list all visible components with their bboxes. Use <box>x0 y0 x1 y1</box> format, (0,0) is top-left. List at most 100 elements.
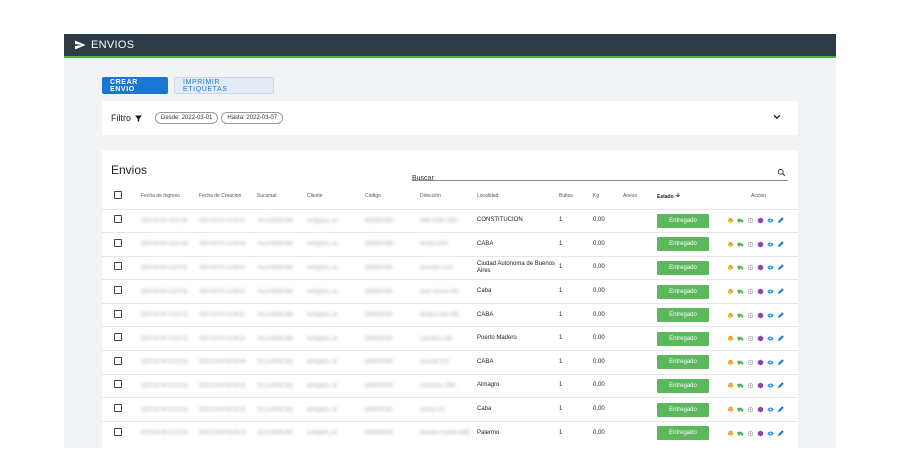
package-icon[interactable] <box>757 359 764 366</box>
pencil-icon[interactable] <box>777 288 784 295</box>
table-row[interactable]: 2022-03-04 13:02:24 2022-03-04 06:05:35 VI… <box>102 397 798 422</box>
printer-icon[interactable] <box>727 217 734 224</box>
target-icon[interactable] <box>747 335 754 342</box>
pencil-icon[interactable] <box>777 359 784 366</box>
truck-icon[interactable] <box>737 264 744 271</box>
col-estado[interactable]: Estado <box>655 185 717 209</box>
col-localidad[interactable]: Localidad <box>475 185 557 209</box>
printer-icon[interactable] <box>727 430 734 437</box>
col-bultos[interactable]: Bultos <box>557 185 591 209</box>
package-icon[interactable] <box>757 406 764 413</box>
target-icon[interactable] <box>747 406 754 413</box>
row-checkbox[interactable] <box>114 262 122 271</box>
eye-icon[interactable] <box>767 241 774 248</box>
status-badge[interactable]: Entregado <box>657 237 709 252</box>
package-icon[interactable] <box>757 430 764 437</box>
table-row[interactable]: 2022-03-04 13:01:58 2022-03-04 13:00:46 VI… <box>102 232 798 257</box>
row-checkbox[interactable] <box>114 309 122 318</box>
package-icon[interactable] <box>757 217 764 224</box>
pencil-icon[interactable] <box>777 335 784 342</box>
status-badge[interactable]: Entregado <box>657 331 709 346</box>
printer-icon[interactable] <box>727 335 734 342</box>
chevron-down-icon[interactable] <box>772 112 782 122</box>
eye-icon[interactable] <box>767 382 774 389</box>
table-row[interactable]: 2022-03-04 13:02:16 2022-03-04 11:08:37 VI… <box>102 302 798 327</box>
truck-icon[interactable] <box>737 241 744 248</box>
truck-icon[interactable] <box>737 288 744 295</box>
eye-icon[interactable] <box>767 217 774 224</box>
crear-envio-button[interactable]: CREAR ENVIO <box>102 77 168 94</box>
search-input[interactable] <box>412 172 752 185</box>
status-badge[interactable]: Entregado <box>657 213 709 228</box>
table-row[interactable]: 2022-03-04 13:01:58 2022-03-04 12:45:57 VI… <box>102 208 798 233</box>
status-badge[interactable]: Entregado <box>657 378 709 393</box>
printer-icon[interactable] <box>727 288 734 295</box>
pencil-icon[interactable] <box>777 430 784 437</box>
col-codigo[interactable]: Código <box>363 185 418 209</box>
package-icon[interactable] <box>757 264 764 271</box>
truck-icon[interactable] <box>737 217 744 224</box>
target-icon[interactable] <box>747 217 754 224</box>
row-checkbox[interactable] <box>114 404 122 413</box>
row-checkbox[interactable] <box>114 356 122 365</box>
target-icon[interactable] <box>747 288 754 295</box>
row-checkbox[interactable] <box>114 238 122 247</box>
imprimir-etiquetas-button[interactable]: IMPRIMIR ETIQUETAS <box>174 77 274 94</box>
eye-icon[interactable] <box>767 288 774 295</box>
target-icon[interactable] <box>747 430 754 437</box>
table-row[interactable]: 2022-03-04 13:02:16 2022-03-04 11:08:22 VI… <box>102 326 798 351</box>
row-checkbox[interactable] <box>114 286 122 295</box>
target-icon[interactable] <box>747 382 754 389</box>
row-checkbox[interactable] <box>114 380 122 389</box>
eye-icon[interactable] <box>767 335 774 342</box>
truck-icon[interactable] <box>737 312 744 319</box>
status-badge[interactable]: Entregado <box>657 308 709 323</box>
hasta-chip[interactable]: Hasta: 2022-03-07 <box>221 112 284 124</box>
status-badge[interactable]: Entregado <box>657 402 709 417</box>
search-icon[interactable] <box>777 168 786 177</box>
table-row[interactable]: 2022-03-04 13:02:19 2022-03-04 06:05:48 VI… <box>102 350 798 375</box>
table-row[interactable]: 2022-03-04 13:02:34 2022-03-04 06:05:14 VI… <box>102 420 798 445</box>
package-icon[interactable] <box>757 382 764 389</box>
status-badge[interactable]: Entregado <box>657 284 709 299</box>
package-icon[interactable] <box>757 312 764 319</box>
eye-icon[interactable] <box>767 312 774 319</box>
printer-icon[interactable] <box>727 359 734 366</box>
pencil-icon[interactable] <box>777 382 784 389</box>
printer-icon[interactable] <box>727 406 734 413</box>
col-fecha-ingreso[interactable]: Fecha de Ingreso <box>139 185 197 209</box>
target-icon[interactable] <box>747 241 754 248</box>
col-fecha-creacion[interactable]: Fecha de Creacion <box>197 185 255 209</box>
status-badge[interactable]: Entregado <box>657 260 709 275</box>
eye-icon[interactable] <box>767 406 774 413</box>
row-checkbox[interactable] <box>114 427 122 436</box>
truck-icon[interactable] <box>737 335 744 342</box>
pencil-icon[interactable] <box>777 311 784 319</box>
truck-icon[interactable] <box>737 359 744 366</box>
pencil-icon[interactable] <box>777 406 784 413</box>
package-icon[interactable] <box>757 241 764 248</box>
pencil-icon[interactable] <box>777 264 784 271</box>
col-kg[interactable]: Kg <box>591 185 621 209</box>
col-cliente[interactable]: Cliente <box>305 185 363 209</box>
select-all-checkbox[interactable] <box>114 191 122 200</box>
package-icon[interactable] <box>757 335 764 342</box>
printer-icon[interactable] <box>727 382 734 389</box>
desde-chip[interactable]: Desde: 2022-03-01 <box>155 112 219 124</box>
col-anexo[interactable]: Anexo <box>621 185 655 209</box>
printer-icon[interactable] <box>727 264 734 271</box>
row-checkbox[interactable] <box>114 215 122 224</box>
eye-icon[interactable] <box>767 430 774 437</box>
pencil-icon[interactable] <box>777 241 784 248</box>
eye-icon[interactable] <box>767 359 774 366</box>
truck-icon[interactable] <box>737 406 744 413</box>
pencil-icon[interactable] <box>777 217 784 224</box>
status-badge[interactable]: Entregado <box>657 355 709 370</box>
printer-icon[interactable] <box>727 312 734 319</box>
table-row[interactable]: 2022-03-04 13:02:24 2022-03-04 06:05:45 VI… <box>102 373 798 398</box>
col-sucursal[interactable]: Sucursal <box>255 185 305 209</box>
col-direccion[interactable]: Dirección <box>418 185 475 209</box>
truck-icon[interactable] <box>737 382 744 389</box>
status-badge[interactable]: Entregado <box>657 426 709 441</box>
package-icon[interactable] <box>757 288 764 295</box>
